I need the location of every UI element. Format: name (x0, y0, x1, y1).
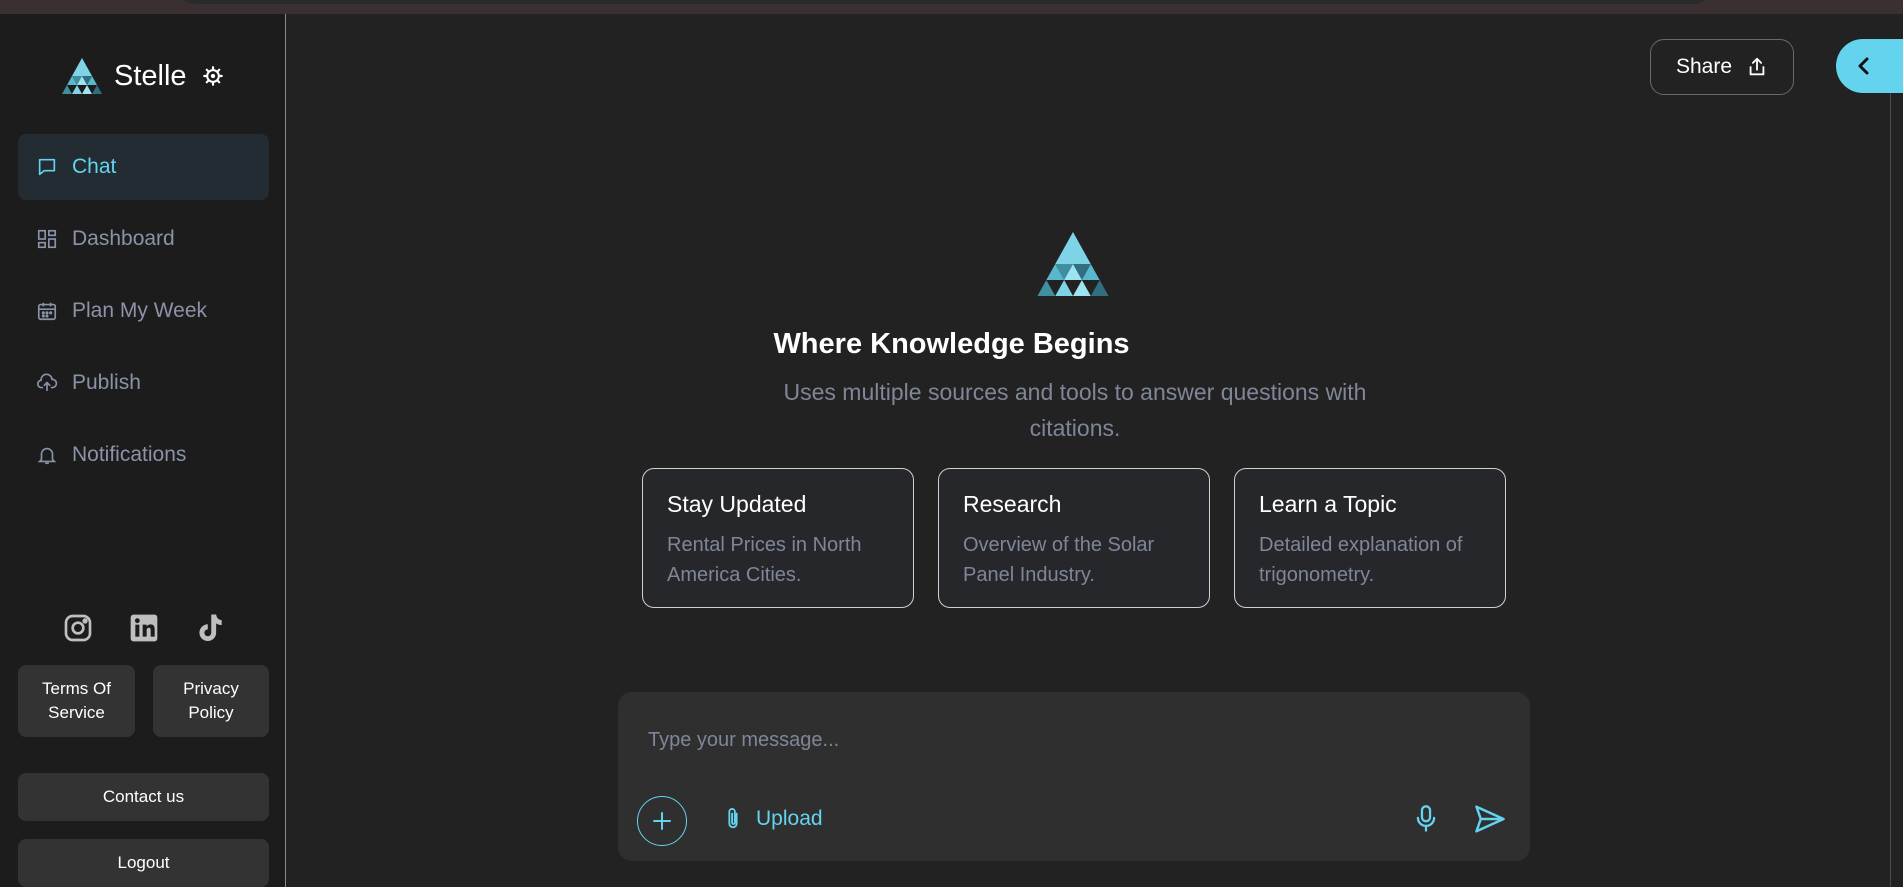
share-button[interactable]: Share (1650, 39, 1794, 95)
sidebar: Stelle Chat Dashboard Plan My Week Publi… (0, 14, 286, 887)
sidebar-item-label: Plan My Week (72, 299, 207, 322)
upload-label: Upload (756, 807, 823, 830)
microphone-button[interactable] (1412, 804, 1440, 839)
message-composer: Upload (618, 692, 1530, 861)
share-label: Share (1675, 55, 1733, 78)
instagram-icon[interactable] (60, 610, 96, 646)
sidebar-item-label: Dashboard (72, 227, 175, 250)
hero-subtitle: Uses multiple sources and tools to answe… (783, 379, 1367, 441)
stelle-logo-icon (62, 58, 102, 94)
sidebar-item-label: Chat (72, 155, 117, 178)
dashboard-icon (37, 229, 57, 249)
card-title: Research (963, 491, 1062, 517)
linkedin-icon[interactable] (126, 610, 162, 646)
settings-gear-icon[interactable] (202, 66, 223, 86)
card-description: Detailed explanation of trigonometry. (1259, 534, 1463, 586)
card-title: Stay Updated (667, 491, 807, 517)
contact-us-button[interactable]: Contact us (18, 773, 269, 821)
send-icon (1475, 805, 1505, 833)
message-input[interactable] (648, 722, 1448, 758)
card-description: Rental Prices in North America Cities. (667, 534, 862, 586)
plus-icon (653, 812, 671, 830)
brand-name: Stelle (114, 59, 187, 92)
chat-icon (38, 158, 56, 176)
tiktok-icon[interactable] (192, 610, 228, 646)
right-panel-divider (1890, 93, 1891, 887)
add-attachment-button[interactable] (637, 796, 687, 846)
microphone-icon (1416, 805, 1436, 832)
sidebar-item-notifications[interactable]: Notifications (18, 422, 269, 474)
terms-of-service-button[interactable]: Terms Of Service (18, 665, 135, 737)
upload-button[interactable]: Upload (722, 806, 823, 832)
sidebar-item-label: Notifications (72, 443, 187, 466)
suggestion-card-stay-updated[interactable]: Stay Updated Rental Prices in North Amer… (642, 468, 914, 608)
hero-title: Where Knowledge Begins (773, 328, 1130, 360)
sidebar-nav: Chat Dashboard Plan My Week Publish Noti… (0, 134, 286, 474)
sidebar-item-dashboard[interactable]: Dashboard (18, 206, 269, 272)
calendar-icon (37, 302, 57, 321)
browser-top-strip (0, 0, 1903, 14)
social-links (60, 610, 228, 646)
stelle-hero-logo-icon (1037, 232, 1109, 296)
brand[interactable]: Stelle (62, 56, 223, 96)
privacy-policy-button[interactable]: Privacy Policy (153, 665, 269, 737)
share-icon (1749, 57, 1765, 76)
sidebar-item-chat[interactable]: Chat (18, 134, 269, 200)
cloud-upload-icon (37, 373, 58, 392)
sidebar-item-label: Publish (72, 371, 141, 394)
card-description: Overview of the Solar Panel Industry. (963, 534, 1155, 586)
bell-icon (37, 447, 57, 465)
send-button[interactable] (1474, 804, 1506, 839)
collapse-panel-button[interactable] (1836, 39, 1903, 93)
card-title: Learn a Topic (1259, 491, 1397, 517)
chevron-left-icon (1858, 57, 1869, 75)
logout-button[interactable]: Logout (18, 839, 269, 887)
suggestion-card-research[interactable]: Research Overview of the Solar Panel Ind… (938, 468, 1210, 608)
suggestion-card-learn-a-topic[interactable]: Learn a Topic Detailed explanation of tr… (1234, 468, 1506, 608)
paperclip-icon (728, 808, 738, 829)
